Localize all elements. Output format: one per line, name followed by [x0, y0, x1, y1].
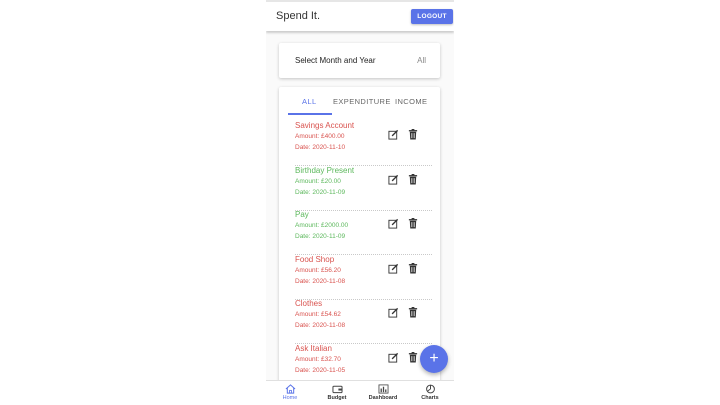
transactions-card: ALL EXPENDITURE INCOME Savings Account Am… [279, 87, 440, 405]
delete-icon[interactable] [408, 218, 418, 229]
home-icon [285, 384, 295, 394]
edit-icon[interactable] [388, 352, 399, 363]
edit-icon[interactable] [388, 174, 399, 185]
transaction-name: Food Shop [295, 254, 335, 264]
delete-icon[interactable] [408, 129, 418, 140]
transaction-date: Date: 2020-11-09 [295, 188, 346, 196]
pie-chart-icon [425, 384, 435, 394]
nav-item-home[interactable]: Home [270, 384, 310, 401]
add-transaction-button[interactable]: + [420, 345, 448, 373]
delete-icon[interactable] [408, 262, 418, 274]
delete-icon[interactable] [408, 307, 418, 318]
plus-icon: + [429, 350, 439, 367]
transaction-amount: Amount: £2000.00 [295, 222, 349, 230]
app-header: Spend It. LOGOUT [266, 0, 454, 31]
transaction-amount: Amount: £56.20 [295, 266, 341, 274]
transaction-name: Savings Account [295, 121, 355, 130]
transaction-amount: Amount: £54.62 [295, 311, 341, 319]
delete-icon[interactable] [408, 352, 418, 363]
transaction-item: Pay Amount: £2000.00 Date: 2020-11-09 [295, 210, 432, 256]
nav-label-dashboard: Dashboard [368, 395, 398, 401]
edit-icon[interactable] [388, 129, 399, 140]
tab-income[interactable]: INCOME [395, 97, 427, 106]
nav-item-dashboard[interactable]: Dashboard [363, 384, 403, 401]
transaction-date: Date: 2020-11-05 [295, 367, 346, 374]
transaction-item: Birthday Present Amount: £20.00 Date: 2020… [295, 166, 432, 211]
transaction-name: Birthday Present [295, 165, 355, 175]
nav-label-budget: Budget [327, 395, 347, 401]
bar-chart-icon [378, 384, 388, 394]
delete-icon[interactable] [408, 173, 418, 185]
transaction-name: Ask Italian [295, 344, 332, 353]
transaction-name: Clothes [295, 299, 323, 309]
transaction-date: Date: 2020-11-10 [295, 144, 346, 151]
edit-icon[interactable] [388, 218, 399, 229]
transaction-item: Savings Account Amount: £400.00 Date: 2020… [295, 121, 432, 166]
app-title: Spend It. [276, 10, 321, 22]
month-year-label: Select Month and Year [295, 56, 376, 65]
transaction-date: Date: 2020-11-08 [295, 277, 346, 285]
transaction-name: Pay [295, 210, 309, 220]
month-year-value[interactable]: All [417, 56, 426, 65]
transaction-item: Clothes Amount: £54.62 Date: 2020-11-08 [295, 299, 432, 345]
edit-icon[interactable] [388, 263, 399, 274]
app-screen: Spend It. LOGOUT Select Month and Year A… [266, 0, 454, 405]
transaction-amount: Amount: £32.70 [295, 356, 341, 363]
transaction-amount: Amount: £400.00 [295, 133, 345, 140]
edit-icon[interactable] [388, 307, 399, 318]
transaction-tabs: ALL EXPENDITURE INCOME [279, 87, 440, 115]
tab-all[interactable]: ALL [302, 97, 317, 106]
transaction-date: Date: 2020-11-08 [295, 322, 346, 330]
month-year-selector[interactable]: Select Month and Year All [279, 43, 440, 78]
transaction-amount: Amount: £20.00 [295, 177, 341, 185]
nav-item-charts[interactable]: Charts [410, 384, 450, 401]
logout-button[interactable]: LOGOUT [411, 9, 453, 24]
nav-label-home: Home [282, 395, 298, 401]
nav-item-budget[interactable]: Budget [317, 384, 357, 401]
transaction-item: Food Shop Amount: £56.20 Date: 2020-11-08 [295, 255, 432, 300]
active-tab-indicator [288, 113, 332, 115]
transaction-date: Date: 2020-11-09 [295, 233, 346, 241]
nav-label-charts: Charts [421, 395, 439, 401]
tab-expenditure[interactable]: EXPENDITURE [333, 97, 391, 106]
bottom-navigation: Home Budget Dashboard Charts [266, 380, 454, 405]
wallet-icon [331, 385, 343, 394]
